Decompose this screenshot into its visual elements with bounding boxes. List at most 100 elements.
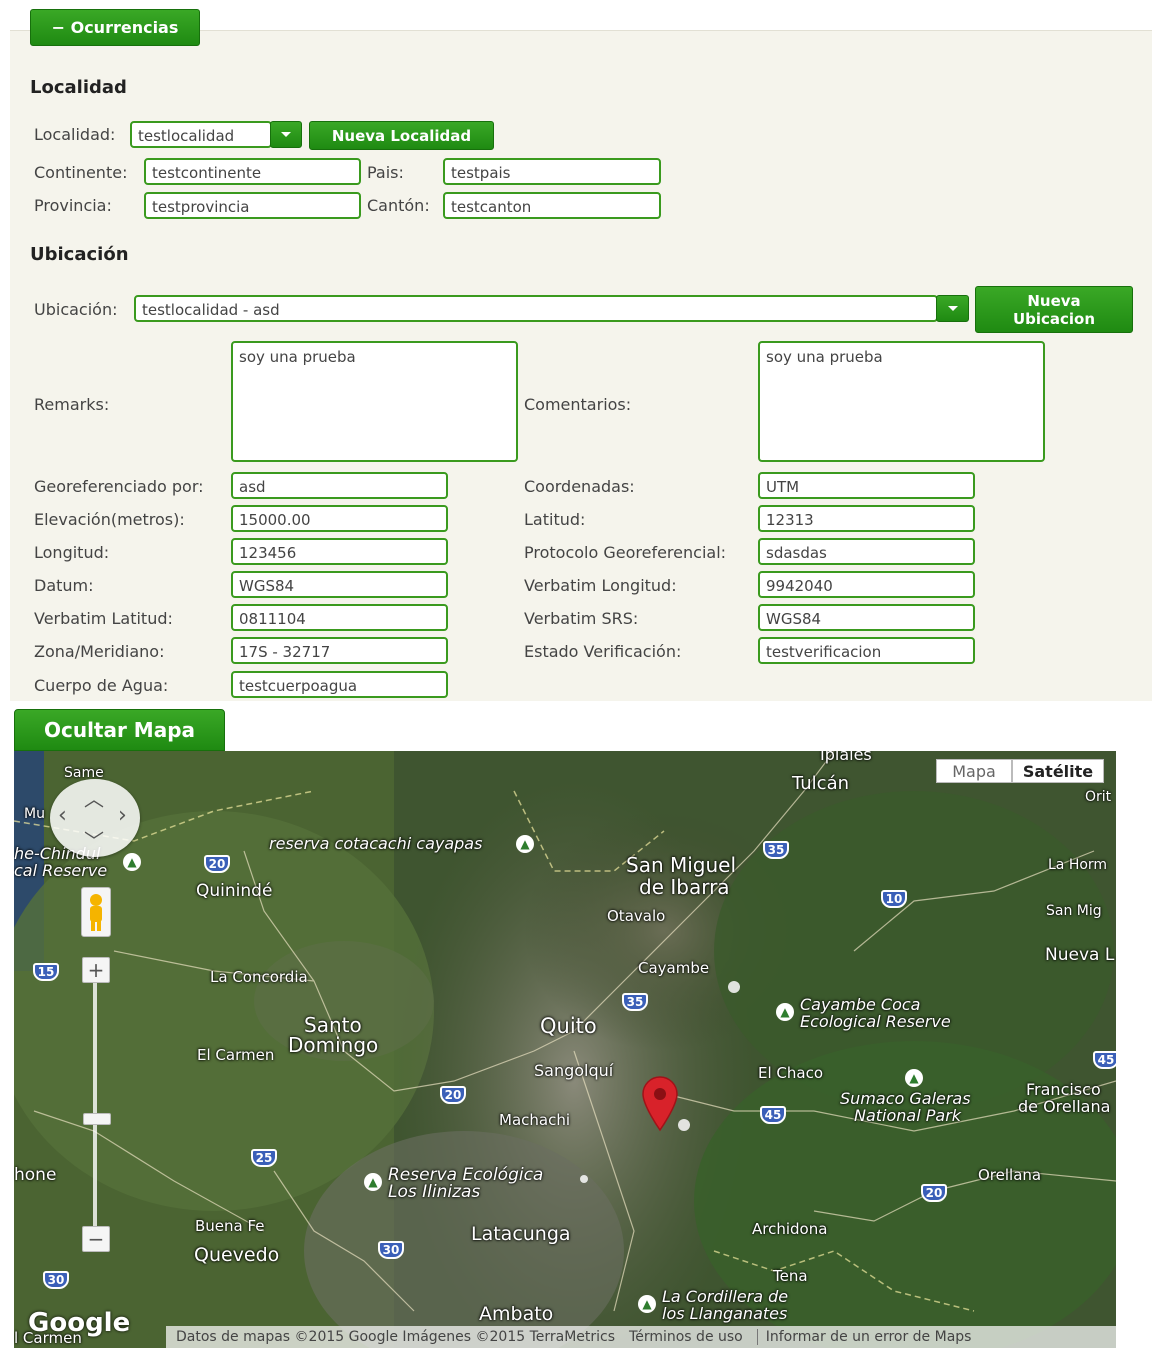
map-place: National Park [854,1106,962,1125]
provincia-field[interactable]: testprovincia [144,192,361,219]
street-view-pegman-icon[interactable] [81,887,111,937]
road-shield: 20 [440,1086,466,1104]
datum-field[interactable]: WGS84 [231,571,448,598]
ubicacion-dropdown-button[interactable] [936,295,969,322]
map-place: Sangolquí [534,1061,614,1080]
map-place: Buena Fe [195,1217,265,1235]
map-type-map-button[interactable]: Mapa [936,759,1012,783]
zoom-slider-track[interactable] [93,983,97,1229]
satellite-terrain [14,751,1116,1348]
elevacion-field[interactable]: 15000.00 [231,505,448,532]
canton-label: Cantón: [367,196,430,215]
pan-control[interactable]: ︿ ﹀ ‹ › [50,779,140,857]
park-icon: ▲ [776,1003,794,1021]
park-icon: ▲ [638,1295,656,1313]
continente-label: Continente: [34,163,128,182]
park-icon: ▲ [364,1173,382,1191]
map-place: Ambato [479,1303,554,1325]
remarks-label: Remarks: [34,395,110,414]
field-label: Longitud: [34,543,110,562]
pan-down-icon[interactable]: ﹀ [84,825,104,854]
verbatim-longitud-field[interactable]: 9942040 [758,571,975,598]
map-terms-link[interactable]: Términos de uso [629,1329,743,1345]
road-shield: 30 [43,1271,69,1289]
map-type-satellite-button[interactable]: Satélite [1012,759,1104,783]
road-shield: 30 [378,1241,404,1259]
georeferenciado-por-field[interactable]: asd [231,472,448,499]
ocultar-mapa-button[interactable]: Ocultar Mapa [14,709,225,751]
field-label: Elevación(metros): [34,510,185,529]
protocolo-georeferencial-field[interactable]: sdasdas [758,538,975,565]
remarks-textarea[interactable]: soy una prueba [231,341,518,462]
field-label: Verbatim Longitud: [524,576,677,595]
field-label: Datum: [34,576,94,595]
cuerpo-de-agua-field[interactable]: testcuerpoagua [231,671,448,698]
map-attribution-text: Datos de mapas ©2015 Google Imágenes ©20… [176,1329,616,1345]
longitud-field[interactable]: 123456 [231,538,448,565]
pan-right-icon[interactable]: › [118,803,127,828]
coordenadas-field[interactable]: UTM [758,472,975,499]
field-label: Coordenadas: [524,477,635,496]
field-label: Verbatim SRS: [524,609,639,628]
pan-up-icon[interactable]: ︿ [84,783,104,812]
map-place: Otavalo [607,907,666,925]
pan-left-icon[interactable]: ‹ [58,803,67,828]
map-place: hone [14,1165,57,1185]
ocurrencias-toggle-button[interactable]: − Ocurrencias [30,9,200,46]
zoom-out-button[interactable]: − [82,1226,110,1252]
map-place: de Orellana [1018,1097,1111,1116]
map-view[interactable]: Ipiales Tulcán Same Mu Orit reserva cota… [14,751,1116,1348]
map-place: El Carmen [197,1046,275,1064]
map-place: Machachi [499,1111,571,1129]
map-place: Latacunga [471,1223,571,1245]
map-place: La Concordia [210,968,308,986]
map-place: Domingo [288,1033,379,1057]
map-place: Ipiales [820,751,872,764]
comentarios-textarea[interactable]: soy una prueba [758,341,1045,462]
verbatim-srs-field[interactable]: WGS84 [758,604,975,631]
road-shield: 45 [1093,1051,1116,1069]
nueva-localidad-button[interactable]: Nueva Localidad [309,121,494,150]
nueva-ubicacion-button[interactable]: Nueva Ubicacion [975,286,1133,333]
verbatim-latitud-field[interactable]: 0811104 [231,604,448,631]
location-marker-icon[interactable] [641,1076,679,1132]
field-label: Verbatim Latitud: [34,609,173,628]
comentarios-label: Comentarios: [524,395,632,414]
localidad-select[interactable]: testlocalidad [130,121,272,148]
road-shield: 20 [204,855,230,873]
field-label: Latitud: [524,510,586,529]
field-label: Estado Verificación: [524,642,682,661]
field-label: Protocolo Georeferencial: [524,543,727,562]
field-label: Georeferenciado por: [34,477,204,496]
park-icon: ▲ [123,853,141,871]
map-place: Tulcán [792,773,850,794]
zoom-slider-handle[interactable] [83,1113,111,1125]
zona-meridiano-field[interactable]: 17S - 32717 [231,637,448,664]
map-place: San Miguel [626,853,737,877]
ubicacion-label: Ubicación: [34,300,118,319]
road-shield: 45 [760,1106,786,1124]
map-report-error-link[interactable]: Informar de un error de Maps [756,1329,971,1345]
map-place: Los Ilinizas [388,1182,481,1202]
nueva-ubicacion-label-line2: Ubicacion [1012,309,1096,328]
map-place: Cayambe [638,959,710,977]
canton-field[interactable]: testcanton [443,192,661,219]
pais-field[interactable]: testpais [443,158,661,185]
localidad-dropdown-button[interactable] [270,121,302,148]
continente-field[interactable]: testcontinente [144,158,361,185]
zoom-in-button[interactable]: + [82,957,110,983]
map-place: Orellana [978,1166,1042,1184]
map-place: Tena [773,1267,808,1285]
nueva-ubicacion-label-line1: Nueva [1027,291,1081,310]
map-place: Orit [1085,789,1112,805]
estado-verificacion-field[interactable]: testverificacion [758,637,975,664]
localidad-section-title: Localidad [30,77,127,98]
map-place: Ecological Reserve [800,1012,951,1031]
ubicacion-select[interactable]: testlocalidad - asd [134,295,938,322]
google-logo[interactable]: Google [28,1308,130,1338]
road-shield: 10 [881,890,907,908]
road-shield: 35 [763,841,789,859]
localidad-label: Localidad: [34,125,116,144]
map-place: cal Reserve [14,861,108,880]
latitud-field[interactable]: 12313 [758,505,975,532]
